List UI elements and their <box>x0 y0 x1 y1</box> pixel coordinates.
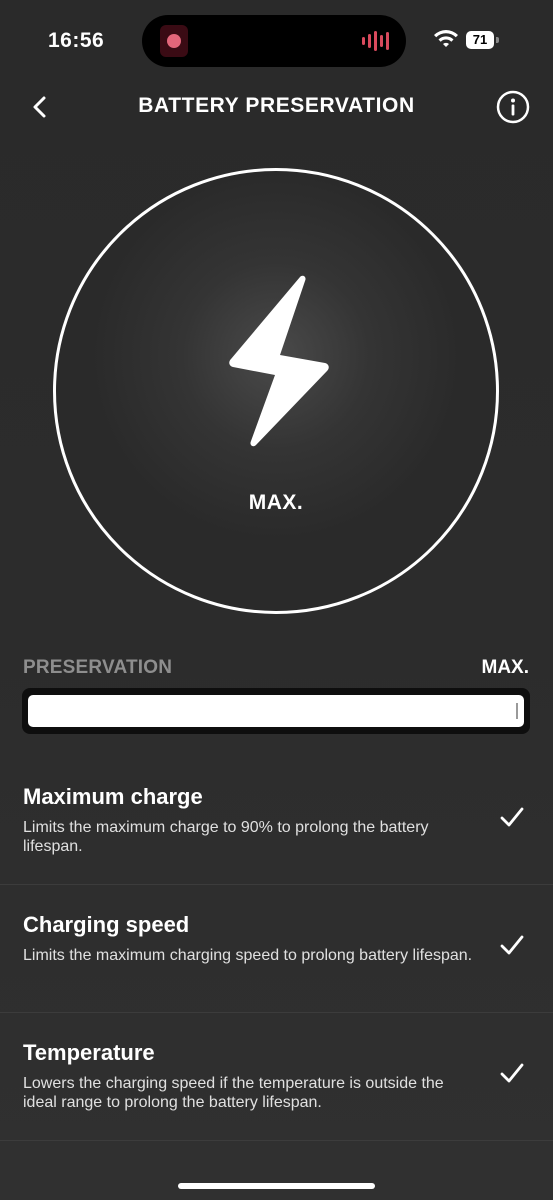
preservation-label: PRESERVATION <box>23 657 173 678</box>
option-maximum-charge[interactable]: Maximum charge Limits the maximum charge… <box>0 756 553 885</box>
island-app-icon <box>160 25 188 57</box>
checkmark-icon <box>500 1063 524 1083</box>
status-bar: 16:56 71 <box>0 0 553 80</box>
slider-handle[interactable] <box>516 703 518 719</box>
checkmark-icon <box>500 807 524 827</box>
option-charging-speed[interactable]: Charging speed Limits the maximum chargi… <box>0 884 553 1013</box>
audio-waveform-icon <box>362 30 392 52</box>
option-title: Maximum charge <box>23 784 203 809</box>
status-time: 16:56 <box>48 29 105 52</box>
home-indicator <box>178 1183 375 1189</box>
option-description: Lowers the charging speed if the tempera… <box>23 1075 444 1111</box>
option-temperature[interactable]: Temperature Lowers the charging speed if… <box>0 1012 553 1141</box>
dynamic-island[interactable] <box>142 15 406 67</box>
info-button[interactable] <box>496 90 530 124</box>
option-title: Temperature <box>23 1040 155 1065</box>
battery-tip <box>496 37 499 43</box>
preservation-slider[interactable] <box>22 688 530 734</box>
battery-indicator: 71 <box>466 31 494 49</box>
option-description: Limits the maximum charging speed to pro… <box>23 947 473 964</box>
navigation-bar: BATTERY PRESERVATION <box>0 80 553 134</box>
preservation-value: MAX. <box>481 657 530 678</box>
lightning-bolt-icon <box>229 275 329 447</box>
checkmark-icon <box>500 935 524 955</box>
preservation-gauge: MAX. <box>53 168 499 614</box>
page-title: BATTERY PRESERVATION <box>138 94 415 117</box>
gauge-level-label: MAX. <box>248 491 304 514</box>
wifi-icon <box>434 30 458 47</box>
slider-fill <box>28 695 524 727</box>
option-title: Charging speed <box>23 912 190 937</box>
option-description: Limits the maximum charge to 90% to prol… <box>23 819 429 855</box>
